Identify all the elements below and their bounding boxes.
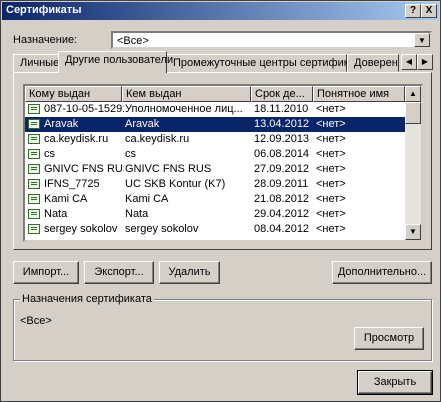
- cell-issued-to: sergey sokolov: [44, 223, 118, 235]
- cell-expiration: 28.09.2011: [254, 178, 309, 190]
- cell-issued-to: GNIVC FNS RUS: [44, 163, 124, 175]
- certificate-row[interactable]: Aravak Aravak 13.04.2012 <нет>: [25, 117, 405, 132]
- certificate-row[interactable]: GNIVC FNS RUS GNIVC FNS RUS 27.09.2012 <нет…: [25, 162, 405, 177]
- delete-button[interactable]: Удалить: [159, 261, 220, 284]
- cell-friendly-name: <нет>: [316, 223, 346, 235]
- certificate-icon: [28, 164, 40, 174]
- scroll-up-icon[interactable]: ▲: [405, 86, 421, 102]
- certificate-icon: [28, 179, 40, 189]
- certificate-row[interactable]: IFNS_7725 UC SKB Kontur (K7) 28.09.2011 <не…: [25, 177, 405, 192]
- cell-issued-by: UC SKB Kontur (K7): [125, 178, 226, 190]
- cell-friendly-name: <нет>: [316, 133, 346, 145]
- column-header-friendly-name[interactable]: Понятное имя: [313, 86, 405, 102]
- cell-friendly-name: <нет>: [316, 103, 346, 115]
- cell-issued-to: 087-10-05-15291 П...: [44, 103, 124, 115]
- certificate-icon: [28, 134, 40, 144]
- cell-issued-by: Kami CA: [125, 193, 169, 205]
- cell-friendly-name: <нет>: [316, 193, 346, 205]
- cell-issued-by: cs: [125, 148, 136, 160]
- purpose-label: Назначение:: [13, 34, 78, 46]
- export-button[interactable]: Экспорт...: [84, 261, 154, 284]
- cell-expiration: 29.04.2012: [254, 208, 310, 220]
- certificate-icon: [28, 224, 40, 234]
- certificates-dialog: Сертификаты ? X Назначение: <Все> ▼ Личн…: [0, 0, 441, 402]
- certificate-row[interactable]: ca.keydisk.ru ca.keydisk.ru 12.09.2013 <нет…: [25, 132, 405, 147]
- cell-friendly-name: <нет>: [316, 148, 346, 160]
- cell-expiration: 06.08.2014: [254, 148, 310, 160]
- import-button[interactable]: Импорт...: [13, 261, 79, 284]
- cell-friendly-name: <нет>: [316, 118, 346, 130]
- purpose-select[interactable]: <Все> ▼: [111, 31, 432, 49]
- column-header-expiration[interactable]: Срок де...: [251, 86, 313, 102]
- scroll-down-icon[interactable]: ▼: [405, 224, 421, 240]
- certificate-icon: [28, 119, 40, 129]
- scroll-thumb[interactable]: [405, 102, 421, 124]
- column-header-issued-by[interactable]: Кем выдан: [122, 86, 251, 102]
- certificate-row[interactable]: sergey sokolov sergey sokolov 08.04.2012 <н…: [25, 222, 405, 237]
- cell-expiration: 13.04.2012: [254, 118, 310, 130]
- certificate-row[interactable]: Nata Nata 29.04.2012 <нет>: [25, 207, 405, 222]
- window-title: Сертификаты: [6, 4, 82, 16]
- cell-issued-by: GNIVC FNS RUS: [125, 163, 212, 175]
- column-header-issued-to[interactable]: Кому выдан: [25, 86, 122, 102]
- certificate-icon: [28, 209, 40, 219]
- cell-friendly-name: <нет>: [316, 208, 346, 220]
- tabs-scroll-right-icon[interactable]: ▶: [417, 54, 433, 70]
- cell-expiration: 27.09.2012: [254, 163, 310, 175]
- certificate-icon: [28, 104, 40, 114]
- tab-intermediate-cas[interactable]: Промежуточные центры сертификации: [166, 54, 373, 72]
- advanced-button[interactable]: Дополнительно...: [332, 261, 432, 284]
- certificate-row[interactable]: Kami CA Kami CA 21.08.2012 <нет>: [25, 192, 405, 207]
- certificate-list[interactable]: Кому выдан Кем выдан Срок де... Понятное…: [23, 84, 423, 242]
- cert-purposes-title: Назначения сертификата: [20, 293, 154, 305]
- cell-issued-by: Nata: [125, 208, 149, 220]
- certificate-icon: [28, 194, 40, 204]
- tabs-scroll-left-icon[interactable]: ◀: [401, 54, 417, 70]
- close-window-button[interactable]: X: [421, 4, 437, 18]
- tab-trusted-root[interactable]: Доверенны: [347, 54, 399, 72]
- vertical-scrollbar[interactable]: ▲ ▼: [405, 86, 421, 240]
- certificate-icon: [28, 149, 40, 159]
- cell-expiration: 08.04.2012: [254, 223, 310, 235]
- cell-issued-to: cs: [44, 148, 55, 160]
- help-button[interactable]: ?: [405, 4, 421, 18]
- cell-expiration: 18.11.2010: [254, 103, 309, 115]
- cell-friendly-name: <нет>: [316, 178, 346, 190]
- view-button[interactable]: Просмотр: [354, 327, 424, 350]
- cell-issued-by: Aravak: [125, 118, 160, 130]
- cell-friendly-name: <нет>: [316, 163, 346, 175]
- certificate-row[interactable]: cs cs 06.08.2014 <нет>: [25, 147, 405, 162]
- cell-issued-to: ca.keydisk.ru: [44, 133, 109, 145]
- cell-issued-to: Kami CA: [44, 193, 88, 205]
- cell-issued-to: Aravak: [44, 118, 79, 130]
- cell-expiration: 21.08.2012: [254, 193, 310, 205]
- cell-issued-by: Уполномоченное лиц...: [125, 103, 243, 115]
- cell-expiration: 12.09.2013: [254, 133, 310, 145]
- cell-issued-by: sergey sokolov: [125, 223, 199, 235]
- cell-issued-by: ca.keydisk.ru: [125, 133, 190, 145]
- certificate-row[interactable]: 087-10-05-15291 П...Уполномоченное лиц..…: [25, 102, 405, 117]
- cert-purposes-value: <Все>: [20, 315, 52, 327]
- cell-issued-to: Nata: [44, 208, 68, 220]
- tab-personal[interactable]: Личные: [13, 54, 59, 72]
- chevron-down-icon[interactable]: ▼: [414, 33, 430, 47]
- cell-issued-to: IFNS_7725: [44, 178, 100, 190]
- purpose-value: <Все>: [117, 35, 149, 47]
- title-bar: Сертификаты ? X: [2, 2, 439, 20]
- tab-other-people[interactable]: Другие пользователи: [58, 51, 173, 73]
- close-button[interactable]: Закрыть: [357, 370, 433, 395]
